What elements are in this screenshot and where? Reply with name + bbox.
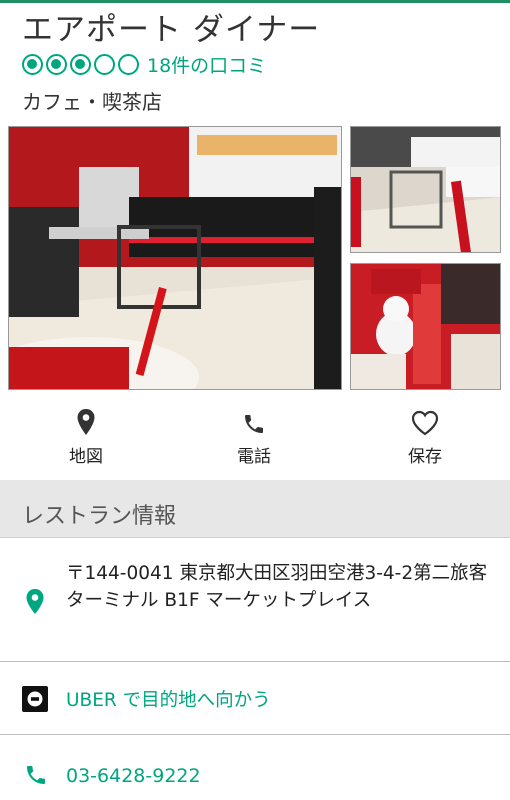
phone-number[interactable]: 03-6428-9222 <box>66 765 201 787</box>
main-photo[interactable] <box>8 126 342 390</box>
interior-photo[interactable] <box>350 126 501 253</box>
address-row[interactable]: 〒144-0041 東京都大田区羽田空港3-4-2第二旅客ターミナル B1F マ… <box>0 538 510 662</box>
restaurant-category: カフェ・喫茶店 <box>22 90 162 114</box>
address-text: 〒144-0041 東京都大田区羽田空港3-4-2第二旅客ターミナル B1F マ… <box>66 563 488 611</box>
uber-icon <box>22 686 48 712</box>
rating-bubble-icon <box>94 53 115 75</box>
rating-bubble-icon <box>22 53 43 75</box>
map-pin-icon <box>76 408 96 436</box>
save-label: 保存 <box>408 447 442 467</box>
shop-photo[interactable] <box>350 263 501 390</box>
heart-icon <box>411 408 439 436</box>
phone-icon <box>242 408 266 436</box>
location-pin-icon <box>25 588 45 619</box>
phone-row[interactable]: 03-6428-9222 <box>0 735 510 800</box>
map-button[interactable]: 地図 <box>46 408 126 467</box>
section-header: レストラン情報 <box>0 480 510 538</box>
rating-bubble-icon <box>70 53 91 75</box>
call-label: 電話 <box>237 447 271 467</box>
uber-link[interactable]: UBER で目的地へ向かう <box>66 686 271 712</box>
rating-bubble-icon <box>118 53 139 75</box>
uber-row[interactable]: UBER で目的地へ向かう <box>0 662 510 735</box>
phone-icon <box>24 763 48 791</box>
map-label: 地図 <box>69 447 103 467</box>
call-button[interactable]: 電話 <box>214 408 294 467</box>
save-button[interactable]: 保存 <box>385 408 465 467</box>
rating-bubbles <box>22 53 139 75</box>
restaurant-name: エアポート ダイナー <box>22 12 321 48</box>
top-accent-bar <box>0 0 510 3</box>
reviews-link[interactable]: 18件の口コミ <box>147 51 266 78</box>
rating-bubble-icon <box>46 53 67 75</box>
rating-row[interactable]: 18件の口コミ <box>22 51 266 78</box>
action-bar: 地図 電話 保存 <box>0 408 510 476</box>
section-title: レストラン情報 <box>22 504 177 529</box>
